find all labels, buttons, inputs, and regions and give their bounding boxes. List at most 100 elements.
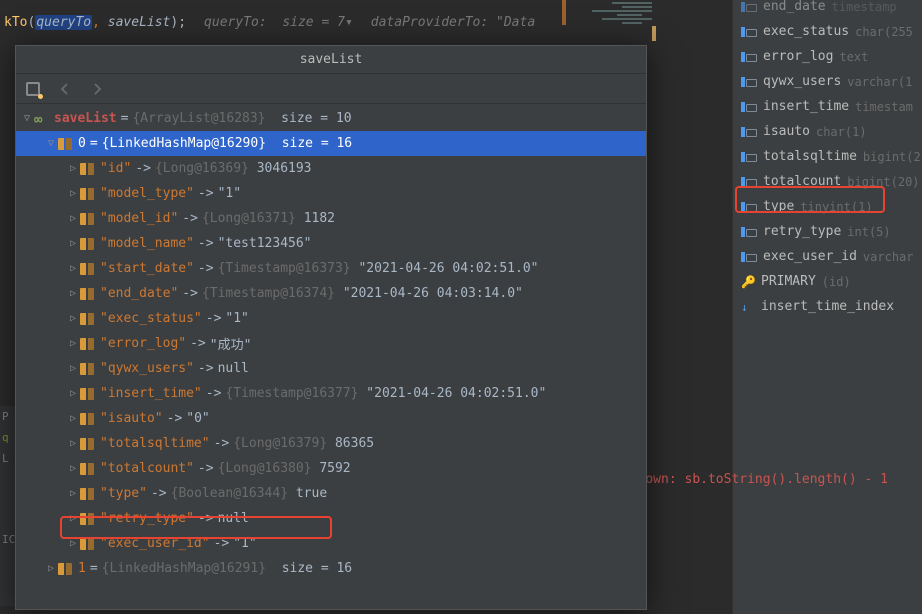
entry-ref: {Timestamp@16373} [218,261,351,276]
inline-hint-2-label: dataProviderTo: [371,15,488,30]
chevron-down-icon[interactable] [44,138,58,149]
console-error-snippet: own: sb.toString().length() - 1 [645,472,888,487]
entry-key: "exec_status" [100,311,202,326]
chevron-right-icon[interactable] [66,213,80,224]
db-column-row[interactable]: typetinyint(1) [733,194,922,219]
db-column-row[interactable]: exec_statuschar(255 [733,19,922,44]
map-entry-icon [80,413,94,425]
tree-row-item[interactable]: "exec_status"->"1" [16,306,646,331]
tree-row-root[interactable]: saveList = {ArrayList@16283} size = 10 [16,106,646,131]
settings-button[interactable] [24,80,42,98]
chevron-right-icon[interactable] [66,313,80,324]
tree-row-entry-0[interactable]: 0 = {LinkedHashMap@16290} size = 16 [16,131,646,156]
db-primary-key-row[interactable]: 🔑PRIMARY(id) [733,269,922,294]
tree-row-item[interactable]: "start_date"->{Timestamp@16373} "2021-04… [16,256,646,281]
db-column-row[interactable]: totalcountbigint(20) [733,169,922,194]
chevron-right-icon[interactable] [66,438,80,449]
nav-forward-button[interactable] [88,80,106,98]
column-icon [741,225,757,239]
db-column-row[interactable]: error_log text [733,44,922,69]
entry-ref: {Long@16369} [155,161,249,176]
db-column-row[interactable]: end_datetimestamp [733,0,922,19]
entry-key: "id" [100,161,131,176]
chevron-right-icon[interactable] [66,538,80,549]
map-entry-icon [80,238,94,250]
tree-row-item[interactable]: "totalsqltime"->{Long@16379} 86365 [16,431,646,456]
chevron-right-icon[interactable] [66,288,80,299]
db-col-name: retry_type [763,224,841,239]
tree-row-item[interactable]: "isauto"->"0" [16,406,646,431]
chevron-right-icon[interactable] [66,188,80,199]
database-columns-panel[interactable]: end_datetimestamp exec_statuschar(255 er… [732,0,922,614]
var-ref: {LinkedHashMap@16291} [102,561,266,576]
entry-key: "model_id" [100,211,178,226]
chevron-right-icon[interactable] [66,463,80,474]
entry-key: "model_name" [100,236,194,251]
tree-row-item[interactable]: "id"->{Long@16369} 3046193 [16,156,646,181]
chevron-right-icon[interactable] [66,163,80,174]
db-col-name: totalsqltime [763,149,857,164]
tree-row-item[interactable]: "insert_time"->{Timestamp@16377} "2021-0… [16,381,646,406]
entry-key: "type" [100,486,147,501]
entry-key: "model_type" [100,186,194,201]
db-column-row[interactable]: qywx_usersvarchar(1 [733,69,922,94]
db-col-name: error_log [763,49,833,64]
db-index-row[interactable]: ↓insert_time_index [733,294,922,319]
entry-ref: {Timestamp@16374} [202,286,335,301]
db-column-row[interactable]: exec_user_idvarchar [733,244,922,269]
entry-value: "2021-04-26 04:03:14.0" [343,286,523,301]
tree-row-item[interactable]: "model_name"->"test123456" [16,231,646,256]
tree-row-item[interactable]: "totalcount"->{Long@16380} 7592 [16,456,646,481]
map-entry-icon [80,438,94,450]
tree-row-item[interactable]: "exec_user_id"->"1" [16,531,646,556]
db-column-row[interactable]: retry_typeint(5) [733,219,922,244]
db-col-name: end_date [763,0,826,14]
chevron-right-icon[interactable] [66,488,80,499]
db-column-row[interactable]: isautochar(1) [733,119,922,144]
map-entry-icon [80,513,94,525]
chevron-right-icon[interactable] [66,363,80,374]
tree-row-item[interactable]: "end_date"->{Timestamp@16374} "2021-04-2… [16,281,646,306]
editor-minimap[interactable] [562,0,662,45]
variables-tree[interactable]: saveList = {ArrayList@16283} size = 10 0… [16,104,646,609]
db-col-name: isauto [763,124,810,139]
chevron-down-icon[interactable] [20,113,34,124]
chevron-right-icon[interactable] [44,563,58,574]
column-icon [741,250,757,264]
chevron-right-icon[interactable] [66,238,80,249]
db-col-type: varchar [863,250,914,264]
chevron-right-icon[interactable] [66,513,80,524]
db-column-row[interactable]: totalsqltimebigint(2 [733,144,922,169]
nav-back-button[interactable] [56,80,74,98]
db-col-type: text [839,50,868,64]
entry-key: "exec_user_id" [100,536,210,551]
tree-row-item[interactable]: "model_id"->{Long@16371} 1182 [16,206,646,231]
entry-key: "error_log" [100,336,186,351]
column-icon [741,150,757,164]
entry-ref: {Long@16371} [202,211,296,226]
tree-row-item[interactable]: "model_type"->"1" [16,181,646,206]
error-text: own: sb.toString().length() - 1 [645,472,888,487]
map-entry-icon [80,213,94,225]
column-icon [741,0,757,14]
db-column-row[interactable]: insert_timetimestam [733,94,922,119]
entry-value: null [218,361,249,376]
debugger-evaluate-popup: saveList saveList = {ArrayList@16283} si… [15,45,647,610]
db-col-name: type [763,199,794,214]
chevron-right-icon[interactable] [66,338,80,349]
tree-row-item[interactable]: "qywx_users"->null [16,356,646,381]
tree-row-item-type[interactable]: "type"->{Boolean@16344} true [16,481,646,506]
chevron-right-icon[interactable] [66,263,80,274]
entry-ref: {Timestamp@16377} [225,386,358,401]
var-name: saveList [54,111,117,126]
popup-title: saveList [16,46,646,74]
index: 0 [78,136,86,151]
entry-value: "2021-04-26 04:02:51.0" [366,386,546,401]
tree-row-item[interactable]: "retry_type"->null [16,506,646,531]
tree-row-entry-1[interactable]: 1 = {LinkedHashMap@16291} size = 16 [16,556,646,581]
chevron-right-icon[interactable] [66,388,80,399]
entry-key: "totalcount" [100,461,194,476]
entry-ref: {Boolean@16344} [171,486,288,501]
tree-row-item[interactable]: "error_log"->"成功" [16,331,646,356]
chevron-right-icon[interactable] [66,413,80,424]
